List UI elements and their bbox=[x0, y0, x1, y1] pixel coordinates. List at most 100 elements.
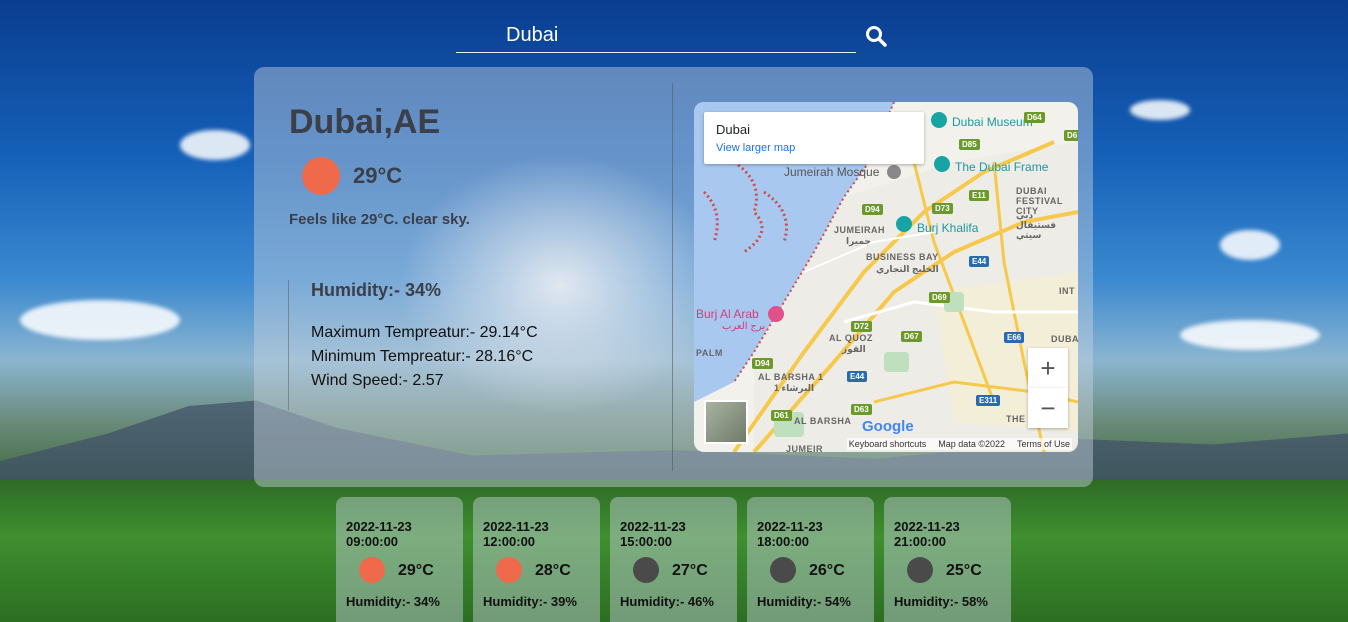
road-shield-d61: D61 bbox=[771, 410, 792, 421]
search-icon bbox=[866, 26, 887, 47]
forecast-date: 2022-11-23 bbox=[620, 519, 686, 534]
road-shield-d94: D94 bbox=[862, 204, 883, 215]
map-place-title: Dubai bbox=[716, 122, 750, 137]
moon-icon bbox=[633, 557, 659, 583]
road-shield-d72: D72 bbox=[851, 321, 872, 332]
google-logo: Google bbox=[862, 418, 914, 435]
forecast-date: 2022-11-23 bbox=[346, 519, 412, 534]
background-cloud bbox=[180, 130, 250, 160]
forecast-date: 2022-11-23 bbox=[483, 519, 549, 534]
terms-of-use-link[interactable]: Terms of Use bbox=[1017, 439, 1070, 449]
search-bar bbox=[456, 20, 856, 53]
map-label-al-barsha-1: AL BARSHA 1 bbox=[758, 372, 824, 382]
forecast-temp: 29°C bbox=[398, 562, 434, 579]
forecast-temp: 28°C bbox=[535, 562, 571, 579]
forecast-humidity: Humidity:- 46% bbox=[620, 594, 714, 609]
map-label-al-barsha-1-ar: البرشاء 1 bbox=[774, 383, 815, 393]
road-shield-d85: D85 bbox=[959, 139, 980, 150]
city-name: Dubai,AE bbox=[289, 103, 441, 141]
forecast-time: 09:00:00 bbox=[346, 534, 399, 549]
moon-icon bbox=[770, 557, 796, 583]
map-info-box: Dubai View larger map bbox=[704, 112, 924, 164]
keyboard-shortcuts-link[interactable]: Keyboard shortcuts bbox=[849, 439, 927, 449]
map-label-jumeirah: JUMEIRAH bbox=[834, 225, 886, 235]
zoom-out-button[interactable]: − bbox=[1028, 388, 1068, 428]
sun-icon bbox=[359, 557, 385, 583]
forecast-time: 15:00:00 bbox=[620, 534, 673, 549]
forecast-temp: 25°C bbox=[946, 562, 982, 579]
background-cloud bbox=[1130, 100, 1190, 120]
forecast-card: 2022-11-23 15:00:00 27°C Humidity:- 46% bbox=[610, 497, 737, 622]
view-larger-map-link[interactable]: View larger map bbox=[716, 142, 795, 154]
map-label-the: THE bbox=[1006, 414, 1026, 424]
humidity-text: Humidity:- 34% bbox=[311, 280, 442, 300]
search-input[interactable] bbox=[456, 20, 856, 50]
forecast-time: 12:00:00 bbox=[483, 534, 536, 549]
road-shield-d94-south: D94 bbox=[752, 358, 773, 369]
map-label-al-barsha: AL BARSHA bbox=[794, 416, 852, 426]
road-shield-e44: E44 bbox=[969, 256, 990, 267]
max-temp-text: Maximum Tempreatur:- 29.14°C bbox=[311, 324, 538, 341]
forecast-card: 2022-11-23 12:00:00 28°C Humidity:- 39% bbox=[473, 497, 600, 622]
forecast-humidity: Humidity:- 54% bbox=[757, 594, 851, 609]
road-shield-d67: D67 bbox=[901, 331, 922, 342]
forecast-time: 21:00:00 bbox=[894, 534, 947, 549]
road-shield-d69: D69 bbox=[929, 292, 950, 303]
map-data-text: Map data ©2022 bbox=[938, 439, 1005, 449]
current-weather-card: Dubai,AE 29°C Feels like 29°C. clear sky… bbox=[254, 67, 1093, 487]
background-cloud bbox=[20, 300, 180, 340]
background-cloud bbox=[1220, 230, 1280, 260]
map-label-mosque[interactable]: Jumeirah Mosque bbox=[784, 165, 879, 179]
map-label-burj-al-arab[interactable]: Burj Al Arab bbox=[696, 307, 759, 321]
road-shield-d73: D73 bbox=[932, 203, 953, 214]
map-footer: Keyboard shortcuts Map data ©2022 Terms … bbox=[846, 438, 1072, 450]
map-label-museum[interactable]: Dubai Museum bbox=[952, 115, 1033, 129]
map-label-frame[interactable]: The Dubai Frame bbox=[955, 160, 1048, 174]
road-shield-d64: D64 bbox=[1024, 112, 1045, 123]
forecast-date: 2022-11-23 bbox=[894, 519, 960, 534]
forecast-humidity: Humidity:- 34% bbox=[346, 594, 440, 609]
forecast-temp: 26°C bbox=[809, 562, 845, 579]
map-label-festival-city-ar: دبي فستيفال سيتي bbox=[1016, 210, 1057, 240]
current-temp-row: 29°C bbox=[302, 157, 402, 195]
road-shield-d63: D63 bbox=[851, 404, 872, 415]
satellite-toggle-thumbnail[interactable] bbox=[704, 400, 748, 444]
search-button[interactable] bbox=[864, 25, 888, 49]
map-label-int: INT bbox=[1059, 286, 1075, 296]
min-temp-text: Minimum Tempreatur:- 28.16°C bbox=[311, 348, 534, 365]
map-label-palm: PALM bbox=[696, 348, 723, 358]
map-label-dubai-side: DUBA bbox=[1051, 334, 1078, 344]
background-cloud bbox=[1180, 320, 1320, 350]
forecast-list: 2022-11-23 09:00:00 29°C Humidity:- 34% … bbox=[336, 497, 1011, 622]
map-label-jumeir: JUMEIR bbox=[786, 444, 824, 452]
map-embed[interactable]: Dubai View larger map Dubai Museum The D… bbox=[694, 102, 1078, 452]
road-shield-d6: D6 bbox=[1064, 130, 1078, 141]
road-shield-e66: E66 bbox=[1004, 332, 1025, 343]
weather-details: Humidity:- 34% Maximum Tempreatur:- 29.1… bbox=[288, 280, 538, 410]
forecast-card: 2022-11-23 18:00:00 26°C Humidity:- 54% bbox=[747, 497, 874, 622]
road-shield-e311: E311 bbox=[976, 395, 1001, 406]
map-label-khalifa[interactable]: Burj Khalifa bbox=[917, 221, 978, 235]
forecast-date: 2022-11-23 bbox=[757, 519, 823, 534]
sun-icon bbox=[496, 557, 522, 583]
zoom-in-button[interactable]: + bbox=[1028, 348, 1068, 388]
road-shield-e11: E11 bbox=[969, 190, 989, 201]
forecast-humidity: Humidity:- 39% bbox=[483, 594, 577, 609]
map-label-burj-al-arab-ar: برج العرب bbox=[722, 321, 766, 332]
sun-icon bbox=[302, 157, 340, 195]
map-label-jumeirah-ar: جميرا bbox=[846, 236, 871, 246]
wind-speed-text: Wind Speed:- 2.57 bbox=[311, 372, 444, 389]
map-label-business-bay-ar: الخليج التجاري bbox=[876, 264, 939, 274]
forecast-card: 2022-11-23 21:00:00 25°C Humidity:- 58% bbox=[884, 497, 1011, 622]
current-temp: 29°C bbox=[353, 163, 403, 188]
card-divider bbox=[672, 83, 673, 471]
forecast-card: 2022-11-23 09:00:00 29°C Humidity:- 34% bbox=[336, 497, 463, 622]
forecast-temp: 27°C bbox=[672, 562, 708, 579]
forecast-humidity: Humidity:- 58% bbox=[894, 594, 988, 609]
map-label-al-quoz: AL QUOZ bbox=[829, 333, 873, 343]
map-label-al-quoz-ar: القوز bbox=[842, 344, 866, 354]
feels-like-text: Feels like 29°C. clear sky. bbox=[289, 211, 470, 228]
moon-icon bbox=[907, 557, 933, 583]
road-shield-e44-south: E44 bbox=[847, 371, 868, 382]
forecast-time: 18:00:00 bbox=[757, 534, 810, 549]
